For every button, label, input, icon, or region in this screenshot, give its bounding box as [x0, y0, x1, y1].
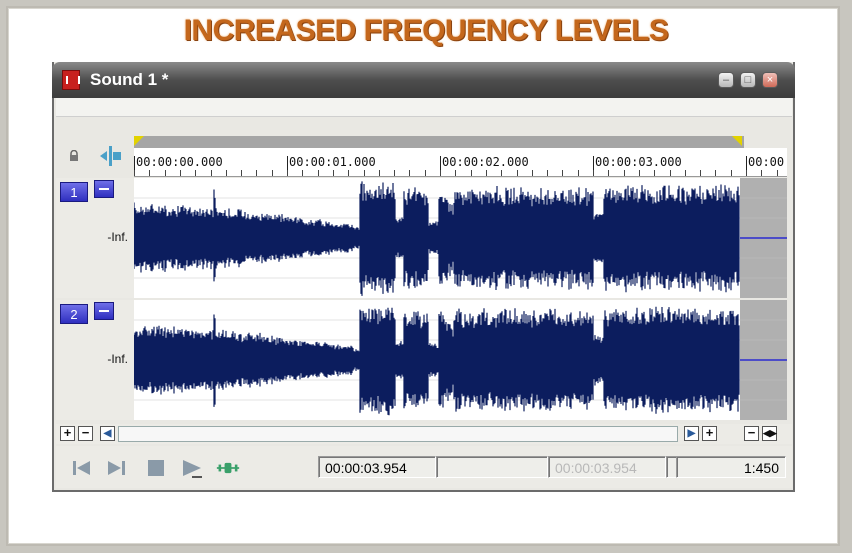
track-level: -Inf. [107, 352, 128, 366]
play-icon[interactable] [180, 458, 204, 478]
ruler-minor-tick [746, 170, 747, 176]
ruler-minor-tick [241, 170, 243, 176]
ruler-minor-tick [485, 170, 487, 176]
transport-bar: 00:00:03.954 00:00:03.954 1:450 [56, 446, 792, 488]
ruler-minor-tick [363, 170, 365, 176]
minimize-button[interactable]: – [718, 72, 734, 88]
track-minimize-button[interactable] [94, 180, 114, 198]
ruler-minor-tick [761, 170, 763, 176]
ruler-minor-tick [593, 170, 594, 176]
ruler-minor-tick [287, 170, 288, 176]
toolbar-strip [56, 98, 792, 117]
ruler-minor-tick [730, 170, 732, 176]
cursor-position-field[interactable]: 00:00:03.954 [318, 456, 436, 478]
selection-bar[interactable] [134, 136, 744, 148]
ruler-minor-tick [348, 170, 350, 176]
selection-start-marker[interactable] [134, 136, 144, 146]
zoom-out-right-button[interactable]: − [744, 426, 759, 441]
waveform-track-2[interactable] [134, 300, 787, 420]
track-number-button[interactable]: 1 [60, 182, 88, 202]
zoom-fit-button[interactable]: ◀▶ [762, 426, 777, 441]
ruler-minor-tick [577, 170, 579, 176]
ruler-minor-tick [715, 170, 717, 176]
ruler-label: 00:00:02.000 [442, 155, 529, 169]
ruler-minor-tick [378, 170, 380, 176]
sound-file-icon [62, 70, 80, 90]
ruler-minor-tick [149, 170, 151, 176]
window-title: Sound 1 * [90, 70, 169, 89]
ruler-minor-tick [700, 170, 702, 176]
zoom-in-right-button[interactable]: + [702, 426, 717, 441]
lock-icon[interactable] [68, 150, 80, 162]
zoom-in-button[interactable]: + [60, 426, 75, 441]
ruler-minor-tick [470, 170, 472, 176]
selection-start-field[interactable] [436, 456, 548, 478]
ruler-minor-tick [164, 170, 166, 176]
ruler-minor-tick [440, 170, 441, 176]
ruler-minor-tick [195, 170, 197, 176]
track-header-1: 1 -Inf. [56, 178, 134, 298]
scroll-right-button[interactable]: ▶ [684, 426, 699, 441]
ruler-minor-tick [623, 170, 625, 176]
snap-icon[interactable] [98, 145, 122, 167]
ruler-minor-tick [394, 170, 396, 176]
selection-end-marker[interactable] [732, 136, 742, 146]
selection-length-field[interactable]: 00:00:03.954 [548, 456, 666, 478]
ruler-minor-tick [225, 170, 227, 176]
ruler-minor-tick [210, 170, 212, 176]
headline: INCREASED FREQUENCY LEVELS [183, 14, 669, 47]
zoom-ratio-field[interactable]: 1:450 [676, 456, 786, 478]
go-to-end-icon[interactable] [104, 458, 128, 478]
ruler-minor-tick [654, 170, 656, 176]
go-to-start-icon[interactable] [70, 458, 94, 478]
ruler-minor-tick [256, 170, 258, 176]
track-header-2: 2 -Inf. [56, 300, 134, 420]
ruler-minor-tick [531, 170, 533, 176]
time-ruler[interactable]: 00:00:00.000 00:00:01.000 00:00:02.000 0… [134, 148, 787, 177]
stop-icon[interactable] [144, 458, 168, 478]
ruler-label: 00:00:01.000 [289, 155, 376, 169]
ruler-minor-tick [409, 170, 411, 176]
ruler-label: 00:00 [748, 155, 785, 169]
waveform-track-1[interactable] [134, 178, 787, 298]
ruler-minor-tick [776, 170, 778, 176]
horizontal-scrollbar: + − ◀ ▶ + − ◀▶ [56, 424, 792, 444]
ruler-label: 00:00:03.000 [595, 155, 682, 169]
zoom-out-button[interactable]: − [78, 426, 93, 441]
ruler-minor-tick [134, 170, 135, 176]
loop-icon[interactable] [216, 458, 240, 478]
maximize-button[interactable]: □ [740, 72, 756, 88]
ruler-minor-tick [179, 170, 181, 176]
ruler-minor-tick [317, 170, 319, 176]
ruler-minor-tick [516, 170, 518, 176]
title-bar[interactable]: Sound 1 * – □ × [52, 62, 795, 98]
ruler-label: 00:00:00.000 [136, 155, 223, 169]
ruler-minor-tick [638, 170, 640, 176]
track-minimize-button[interactable] [94, 302, 114, 320]
scroll-left-button[interactable]: ◀ [100, 426, 115, 441]
ruler-minor-tick [684, 170, 686, 176]
ruler-minor-tick [501, 170, 503, 176]
ruler-minor-tick [271, 170, 273, 176]
ruler-minor-tick [455, 170, 457, 176]
ruler-minor-tick [332, 170, 334, 176]
track-level: -Inf. [107, 230, 128, 244]
ruler-minor-tick [562, 170, 564, 176]
ruler-minor-tick [608, 170, 610, 176]
ruler-minor-tick [547, 170, 549, 176]
close-button[interactable]: × [762, 72, 778, 88]
scrollbar-thumb[interactable] [118, 426, 678, 442]
ruler-minor-tick [669, 170, 671, 176]
track-number-button[interactable]: 2 [60, 304, 88, 324]
ruler-minor-tick [424, 170, 426, 176]
ruler-minor-tick [302, 170, 304, 176]
